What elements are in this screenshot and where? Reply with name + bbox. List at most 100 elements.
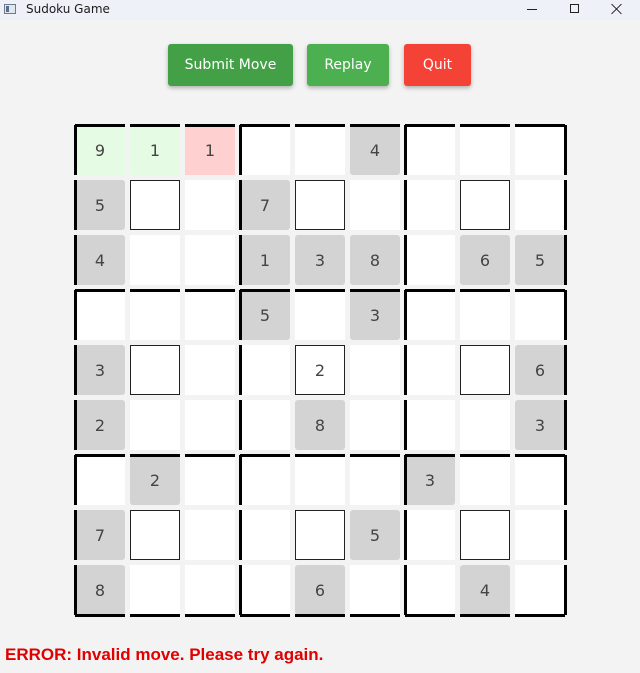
sudoku-cell[interactable]: 1 (240, 235, 290, 285)
sudoku-cell[interactable] (185, 565, 235, 615)
sudoku-cell[interactable] (185, 180, 235, 230)
sudoku-cell[interactable]: 6 (515, 345, 565, 395)
box-divider-horizontal (185, 124, 235, 127)
sudoku-cell[interactable]: 5 (515, 235, 565, 285)
sudoku-cell[interactable]: 2 (295, 345, 345, 395)
sudoku-cell[interactable] (130, 565, 180, 615)
sudoku-cell[interactable]: 3 (350, 290, 400, 340)
sudoku-cell[interactable] (75, 290, 125, 340)
box-divider-vertical (404, 510, 407, 560)
sudoku-cell[interactable]: 3 (515, 400, 565, 450)
box-divider-vertical (74, 125, 77, 175)
sudoku-cell[interactable] (460, 345, 510, 395)
sudoku-cell[interactable] (240, 345, 290, 395)
sudoku-cell[interactable]: 2 (75, 400, 125, 450)
box-divider-horizontal (130, 289, 180, 292)
sudoku-cell[interactable] (295, 455, 345, 505)
sudoku-cell[interactable]: 1 (185, 125, 235, 175)
box-divider-vertical (404, 235, 407, 285)
box-divider-horizontal (295, 614, 345, 617)
sudoku-cell[interactable]: 4 (460, 565, 510, 615)
sudoku-cell[interactable] (460, 455, 510, 505)
sudoku-cell[interactable] (405, 125, 455, 175)
sudoku-cell[interactable] (405, 180, 455, 230)
sudoku-cell[interactable] (75, 455, 125, 505)
box-divider-vertical (404, 180, 407, 230)
sudoku-cell[interactable] (130, 400, 180, 450)
sudoku-cell[interactable]: 5 (240, 290, 290, 340)
sudoku-cell[interactable] (405, 345, 455, 395)
sudoku-cell[interactable]: 3 (75, 345, 125, 395)
sudoku-cell[interactable] (405, 290, 455, 340)
sudoku-cell[interactable] (295, 125, 345, 175)
sudoku-cell[interactable] (405, 565, 455, 615)
sudoku-cell[interactable] (515, 125, 565, 175)
sudoku-cell[interactable]: 5 (350, 510, 400, 560)
box-divider-vertical (564, 180, 567, 230)
sudoku-cell[interactable]: 3 (405, 455, 455, 505)
sudoku-cell[interactable] (460, 400, 510, 450)
sudoku-cell[interactable] (515, 565, 565, 615)
sudoku-cell[interactable] (130, 290, 180, 340)
sudoku-cell[interactable] (350, 565, 400, 615)
sudoku-cell[interactable] (350, 455, 400, 505)
sudoku-cell[interactable] (185, 455, 235, 505)
sudoku-cell[interactable] (185, 290, 235, 340)
box-divider-vertical (404, 400, 407, 450)
sudoku-cell[interactable] (240, 400, 290, 450)
sudoku-cell[interactable] (460, 510, 510, 560)
sudoku-cell[interactable]: 6 (460, 235, 510, 285)
sudoku-cell[interactable] (240, 565, 290, 615)
sudoku-cell[interactable] (460, 180, 510, 230)
sudoku-cell[interactable] (350, 180, 400, 230)
box-divider-horizontal (405, 124, 455, 127)
sudoku-cell[interactable] (130, 510, 180, 560)
box-divider-vertical (239, 510, 242, 560)
box-divider-vertical (564, 125, 567, 175)
sudoku-cell[interactable] (240, 455, 290, 505)
sudoku-cell[interactable]: 9 (75, 125, 125, 175)
sudoku-cell[interactable] (460, 125, 510, 175)
sudoku-cell[interactable]: 3 (295, 235, 345, 285)
sudoku-cell[interactable] (405, 235, 455, 285)
sudoku-cell[interactable] (515, 290, 565, 340)
box-divider-vertical (239, 125, 242, 175)
box-divider-vertical (74, 400, 77, 450)
box-divider-horizontal (460, 454, 510, 457)
sudoku-cell[interactable]: 4 (75, 235, 125, 285)
box-divider-vertical (239, 565, 242, 615)
sudoku-cell[interactable]: 8 (75, 565, 125, 615)
sudoku-cell[interactable] (295, 510, 345, 560)
box-divider-horizontal (295, 124, 345, 127)
sudoku-cell[interactable] (350, 345, 400, 395)
sudoku-cell[interactable] (185, 235, 235, 285)
sudoku-cell[interactable] (515, 455, 565, 505)
sudoku-cell[interactable]: 6 (295, 565, 345, 615)
sudoku-cell[interactable] (515, 510, 565, 560)
sudoku-cell[interactable] (185, 510, 235, 560)
sudoku-cell[interactable] (240, 510, 290, 560)
box-divider-vertical (74, 455, 77, 505)
sudoku-cell[interactable]: 7 (240, 180, 290, 230)
sudoku-cell[interactable]: 4 (350, 125, 400, 175)
sudoku-cell[interactable]: 2 (130, 455, 180, 505)
sudoku-cell[interactable] (295, 290, 345, 340)
sudoku-cell[interactable] (130, 345, 180, 395)
sudoku-cell[interactable] (515, 180, 565, 230)
sudoku-cell[interactable] (350, 400, 400, 450)
sudoku-cell[interactable] (185, 345, 235, 395)
sudoku-cell[interactable] (185, 400, 235, 450)
sudoku-cell[interactable] (460, 290, 510, 340)
sudoku-cell[interactable] (405, 510, 455, 560)
sudoku-cell[interactable] (240, 125, 290, 175)
sudoku-cell[interactable]: 7 (75, 510, 125, 560)
sudoku-cell[interactable] (295, 180, 345, 230)
sudoku-cell[interactable]: 1 (130, 125, 180, 175)
sudoku-cell[interactable]: 8 (350, 235, 400, 285)
sudoku-cell[interactable] (405, 400, 455, 450)
sudoku-cell[interactable] (130, 180, 180, 230)
box-divider-horizontal (350, 454, 400, 457)
sudoku-cell[interactable]: 5 (75, 180, 125, 230)
sudoku-cell[interactable] (130, 235, 180, 285)
sudoku-cell[interactable]: 8 (295, 400, 345, 450)
